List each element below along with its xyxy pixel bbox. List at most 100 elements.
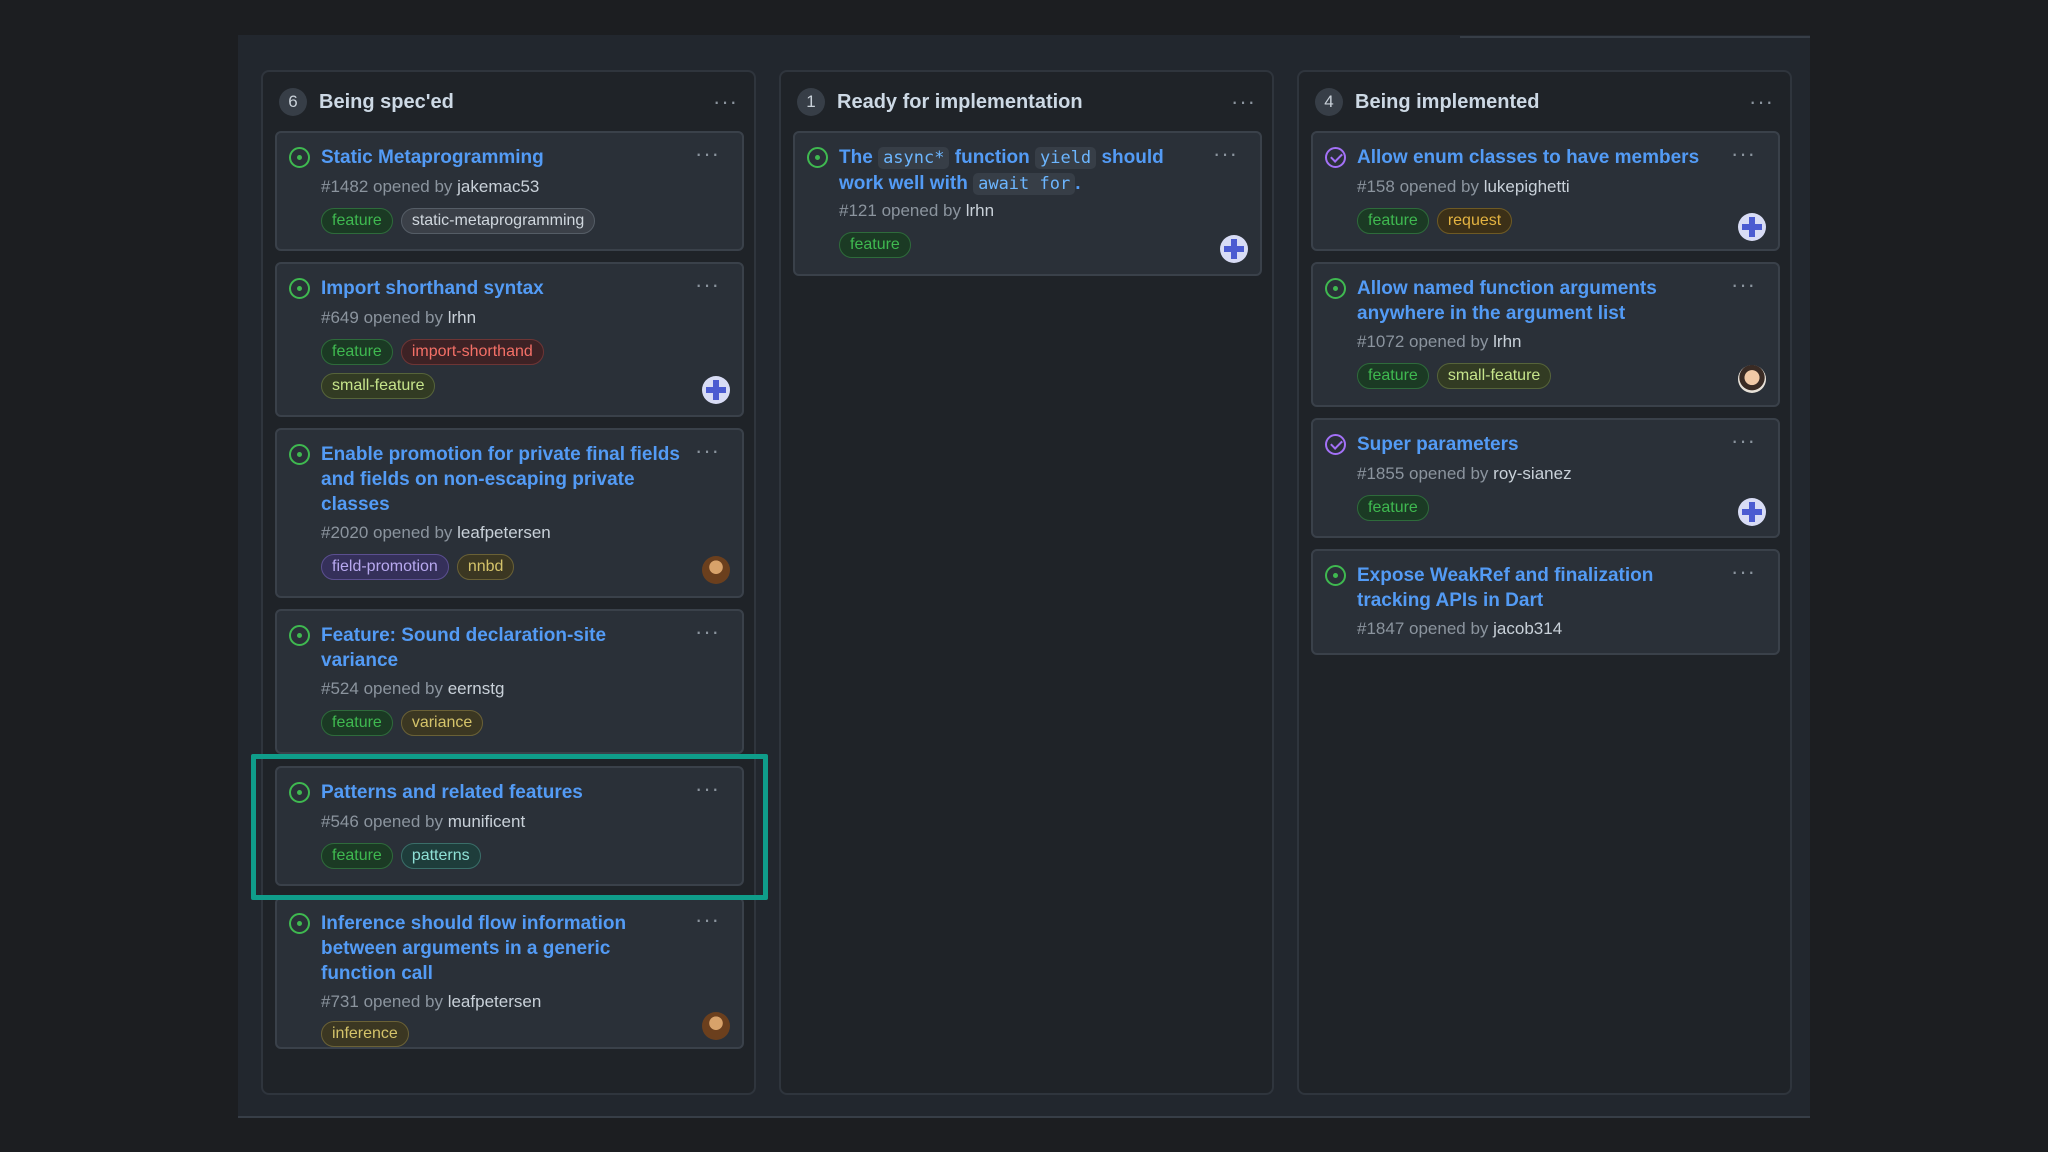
open-issue-icon	[807, 147, 828, 168]
label-import-shorthand[interactable]: import-shorthand	[400, 339, 544, 365]
card-title[interactable]: Patterns and related features	[321, 780, 681, 805]
card-title[interactable]: Enable promotion for private final field…	[321, 442, 681, 517]
label-feature[interactable]: feature	[1357, 208, 1429, 234]
label-inference[interactable]: inference	[321, 1021, 409, 1047]
card-patterns[interactable]: ··· Patterns and related features #546 o…	[275, 766, 744, 886]
column-more-icon[interactable]: ···	[713, 91, 738, 113]
author[interactable]: lrhn	[966, 201, 994, 220]
card-super-parameters[interactable]: ··· Super parameters #1855 opened by roy…	[1311, 418, 1780, 538]
assignee-avatar[interactable]	[702, 1012, 730, 1040]
card-title[interactable]: The async* function yield should work we…	[839, 145, 1199, 197]
card-more-icon[interactable]: ···	[695, 909, 720, 931]
column-being-speced: 6 Being spec'ed ··· ··· Static Metaprogr…	[261, 70, 756, 1095]
label-feature[interactable]: feature	[839, 232, 911, 258]
card-more-icon[interactable]: ···	[695, 440, 720, 462]
issue-number: #121	[839, 201, 877, 220]
author[interactable]: lukepighetti	[1484, 177, 1570, 196]
assignee-avatar[interactable]	[702, 556, 730, 584]
card-import-shorthand[interactable]: ··· Import shorthand syntax #649 opened …	[275, 262, 744, 417]
opened-by-text: opened by	[373, 177, 453, 196]
card-more-icon[interactable]: ···	[1731, 561, 1756, 583]
assignee-avatar[interactable]	[1220, 235, 1248, 263]
author[interactable]: munificent	[448, 812, 525, 831]
card-meta: #1482 opened by jakemac53	[321, 177, 539, 197]
column-title: Being implemented	[1355, 90, 1540, 113]
card-title[interactable]: Super parameters	[1357, 432, 1717, 457]
column-more-icon[interactable]: ···	[1231, 91, 1256, 113]
card-title[interactable]: Feature: Sound declaration-site variance	[321, 623, 681, 673]
card-weakref[interactable]: ··· Expose WeakRef and finalization trac…	[1311, 549, 1780, 655]
card-title[interactable]: Inference should flow information betwee…	[321, 911, 681, 986]
label-small-feature[interactable]: small-feature	[321, 373, 436, 399]
labels: feature	[1357, 495, 1717, 521]
label-feature[interactable]: feature	[1357, 363, 1429, 389]
opened-by-text: opened by	[1409, 464, 1489, 483]
card-title[interactable]: Allow enum classes to have members	[1357, 145, 1727, 170]
author[interactable]: lrhn	[448, 308, 476, 327]
opened-by-text: opened by	[1409, 619, 1489, 638]
author[interactable]: eernstg	[448, 679, 505, 698]
issue-number: #731	[321, 992, 359, 1011]
card-enum-members[interactable]: ··· Allow enum classes to have members #…	[1311, 131, 1780, 251]
column-ready-for-implementation: 1 Ready for implementation ··· ··· The a…	[779, 70, 1274, 1095]
card-title[interactable]: Allow named function arguments anywhere …	[1357, 276, 1717, 326]
card-more-icon[interactable]: ···	[695, 621, 720, 643]
card-more-icon[interactable]: ···	[1731, 143, 1756, 165]
opened-by-text: opened by	[1409, 332, 1489, 351]
column-header: 6 Being spec'ed ···	[279, 86, 738, 118]
labels: feature import-shorthand small-feature	[321, 339, 621, 399]
label-patterns[interactable]: patterns	[400, 843, 481, 869]
label-variance[interactable]: variance	[400, 710, 484, 736]
label-feature[interactable]: feature	[321, 208, 393, 234]
open-issue-icon	[1325, 278, 1346, 299]
label-field-promotion[interactable]: field-promotion	[321, 554, 449, 580]
card-async-yield[interactable]: ··· The async* function yield should wor…	[793, 131, 1262, 276]
card-more-icon[interactable]: ···	[1731, 274, 1756, 296]
label-static-metaprogramming[interactable]: static-metaprogramming	[400, 208, 596, 234]
author[interactable]: lrhn	[1493, 332, 1521, 351]
label-feature[interactable]: feature	[321, 710, 393, 736]
card-field-promotion[interactable]: ··· Enable promotion for private final f…	[275, 428, 744, 598]
column-header: 4 Being implemented ···	[1315, 86, 1774, 118]
author[interactable]: roy-sianez	[1493, 464, 1571, 483]
card-named-args[interactable]: ··· Allow named function arguments anywh…	[1311, 262, 1780, 407]
column-count: 1	[797, 88, 825, 116]
label-feature[interactable]: feature	[1357, 495, 1429, 521]
card-more-icon[interactable]: ···	[695, 274, 720, 296]
column-count: 4	[1315, 88, 1343, 116]
card-inference[interactable]: ··· Inference should flow information be…	[275, 897, 744, 1049]
column-more-icon[interactable]: ···	[1749, 91, 1774, 113]
closed-issue-icon	[1325, 434, 1346, 455]
open-issue-icon	[289, 913, 310, 934]
author[interactable]: jakemac53	[457, 177, 539, 196]
code-async: async*	[878, 147, 950, 169]
label-nnbd[interactable]: nnbd	[456, 554, 515, 580]
card-more-icon[interactable]: ···	[695, 778, 720, 800]
label-small-feature[interactable]: small-feature	[1436, 363, 1552, 389]
card-meta: #1072 opened by lrhn	[1357, 332, 1522, 352]
labels: feature static-metaprogramming	[321, 208, 681, 234]
author[interactable]: leafpetersen	[448, 992, 542, 1011]
assignee-avatar[interactable]	[702, 376, 730, 404]
label-feature[interactable]: feature	[321, 339, 393, 365]
issue-number: #1855	[1357, 464, 1405, 483]
card-more-icon[interactable]: ···	[1731, 430, 1756, 452]
opened-by-text: opened by	[881, 201, 961, 220]
author[interactable]: jacob314	[1493, 619, 1562, 638]
author[interactable]: leafpetersen	[457, 523, 551, 542]
card-more-icon[interactable]: ···	[695, 143, 720, 165]
label-feature[interactable]: feature	[321, 843, 393, 869]
card-title[interactable]: Expose WeakRef and finalization tracking…	[1357, 563, 1717, 613]
column-being-implemented: 4 Being implemented ··· ··· Allow enum c…	[1297, 70, 1792, 1095]
card-title[interactable]: Static Metaprogramming	[321, 145, 681, 170]
card-more-icon[interactable]: ···	[1213, 143, 1238, 165]
card-meta: #1847 opened by jacob314	[1357, 619, 1562, 639]
card-static-metaprogramming[interactable]: ··· Static Metaprogramming #1482 opened …	[275, 131, 744, 251]
assignee-avatar[interactable]	[1738, 213, 1766, 241]
assignee-avatar[interactable]	[1738, 498, 1766, 526]
assignee-avatar[interactable]	[1738, 365, 1766, 393]
card-variance[interactable]: ··· Feature: Sound declaration-site vari…	[275, 609, 744, 754]
card-title[interactable]: Import shorthand syntax	[321, 276, 681, 301]
column-header: 1 Ready for implementation ···	[797, 86, 1256, 118]
label-request[interactable]: request	[1436, 208, 1513, 234]
